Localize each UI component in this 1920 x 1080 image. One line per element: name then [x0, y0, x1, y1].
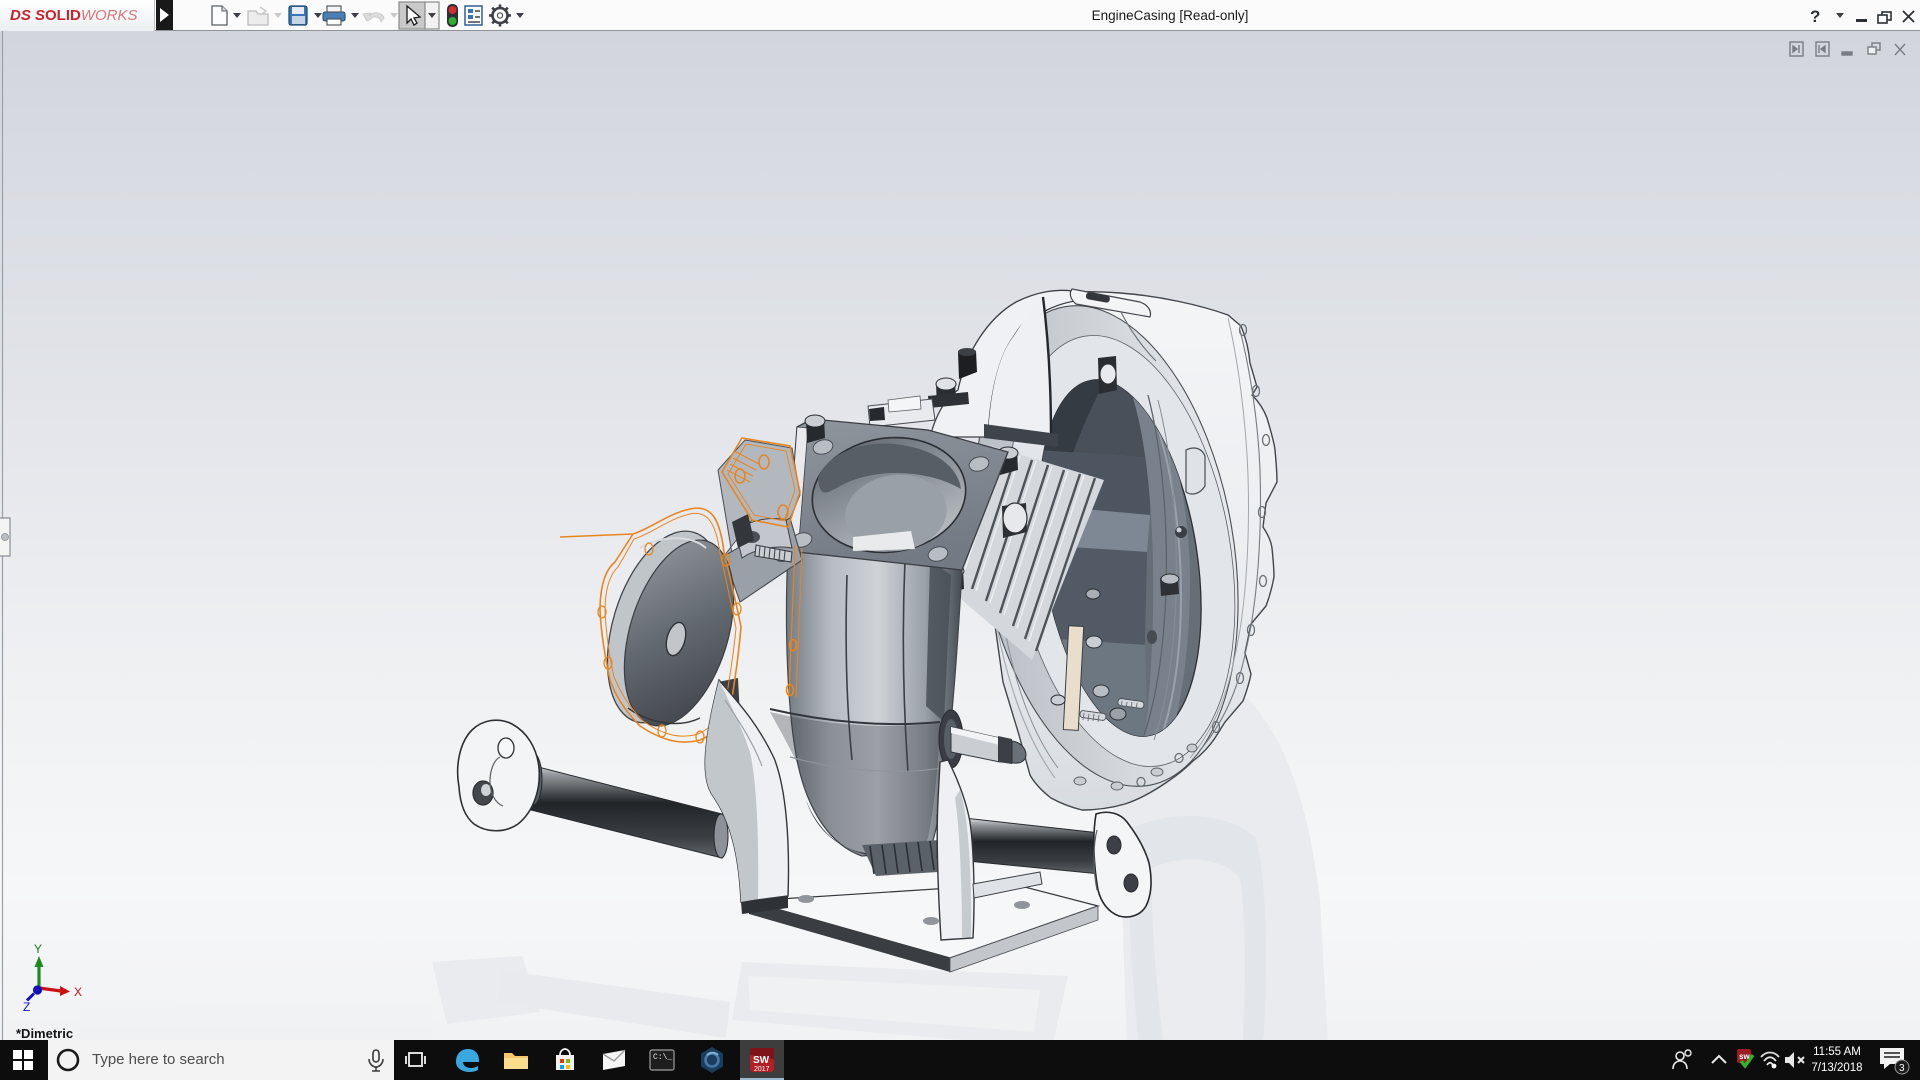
svg-text:X: X	[74, 985, 82, 999]
svg-text:7/13/2018: 7/13/2018	[1811, 1062, 1862, 1074]
svg-text:SW: SW	[753, 1055, 770, 1066]
svg-text:Z: Z	[23, 1000, 30, 1014]
svg-text:11:55 AM: 11:55 AM	[1813, 1046, 1861, 1058]
svg-text:Y: Y	[34, 942, 42, 956]
svg-text:C:\_: C:\_	[653, 1053, 672, 1062]
svg-text:?: ?	[1810, 7, 1820, 26]
svg-text:2017: 2017	[754, 1066, 770, 1073]
svg-text:3: 3	[1899, 1063, 1905, 1074]
